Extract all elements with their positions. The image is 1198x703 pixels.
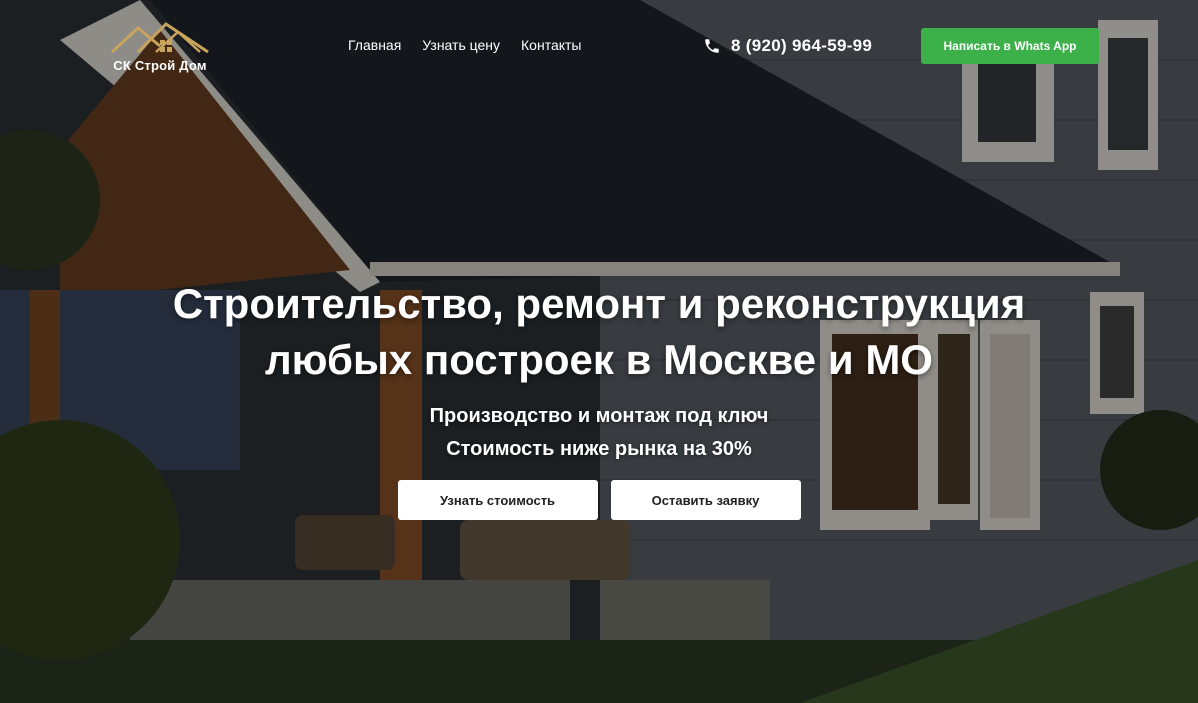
hero-title: Строительство, ремонт и реконструкция лю…	[0, 276, 1198, 388]
hero-buttons: Узнать стоимость Оставить заявку	[0, 480, 1198, 520]
hero-section: СК Строй Дом Главная Узнать цену Контакт…	[0, 0, 1198, 703]
phone-block[interactable]: 8 (920) 964-59-99	[703, 36, 872, 56]
whatsapp-button[interactable]: Написать в Whats App	[921, 28, 1099, 64]
get-price-button[interactable]: Узнать стоимость	[397, 480, 598, 520]
hero-content: Строительство, ремонт и реконструкция лю…	[0, 276, 1198, 520]
nav-item-contacts[interactable]: Контакты	[521, 37, 581, 53]
hero-subtitle-line2: Стоимость ниже рынка на 30%	[446, 438, 752, 460]
logo-text: СК Строй Дом	[113, 58, 207, 73]
main-nav: Главная Узнать цену Контакты	[348, 37, 582, 53]
nav-item-price[interactable]: Узнать цену	[422, 37, 500, 53]
hero-title-line2: любых построек в Москве и МО	[265, 336, 933, 383]
phone-icon	[705, 39, 719, 53]
house-roof-logo-icon	[110, 22, 209, 54]
site-logo[interactable]: СК Строй Дом	[104, 18, 216, 78]
phone-number[interactable]: 8 (920) 964-59-99	[731, 36, 872, 56]
leave-request-button[interactable]: Оставить заявку	[610, 480, 801, 520]
hero-title-line1: Строительство, ремонт и реконструкция	[172, 280, 1026, 327]
hero-subtitle: Производство и монтаж под ключ Стоимость…	[0, 400, 1198, 466]
site-header: СК Строй Дом Главная Узнать цену Контакт…	[0, 0, 1198, 90]
nav-item-home[interactable]: Главная	[348, 37, 401, 53]
hero-subtitle-line1: Производство и монтаж под ключ	[429, 405, 769, 427]
